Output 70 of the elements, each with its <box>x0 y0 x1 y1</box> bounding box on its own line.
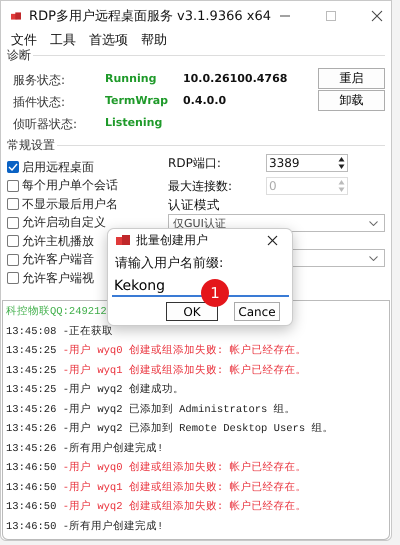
log-time: 13:45:26 <box>6 442 58 454</box>
chevron-down-icon <box>369 220 378 226</box>
spinner-icon <box>338 179 345 193</box>
menu-item[interactable]: 文件 <box>11 31 37 49</box>
checkbox-label: 启用远程桌面 <box>22 158 94 176</box>
checkbox[interactable] <box>7 198 19 210</box>
log-time: 13:45:25 <box>6 364 58 376</box>
log-text: -用户 wyq2 创建成功。 <box>62 384 184 396</box>
group-title: 诊断 <box>7 47 33 64</box>
checkbox[interactable] <box>7 272 19 284</box>
status-label: 服务状态: <box>13 72 66 89</box>
checkbox-label: 不显示最后用户名 <box>22 196 118 213</box>
dialog-button[interactable]: OK <box>166 302 218 321</box>
window-title: RDP多用户远程桌面服务 v3.1.9366 x64 <box>29 8 271 25</box>
log-text: -用户 wyq2 创建或组添加失败: 帐户已经存在。 <box>62 501 306 513</box>
checkbox[interactable] <box>7 161 19 174</box>
check-icon <box>8 163 18 172</box>
log-text: -正在获取 <box>62 326 114 338</box>
action-button[interactable]: 卸载 <box>318 90 385 111</box>
log-time: 13:45:08 <box>6 326 58 338</box>
status-value: Listening <box>105 116 164 131</box>
checkbox[interactable] <box>7 235 19 248</box>
field-label: RDP端口: <box>168 154 222 172</box>
action-button[interactable]: 重启 <box>318 68 385 89</box>
checkbox-label: 允许客户端视 <box>22 270 94 287</box>
field-label: 认证模式 <box>168 197 221 214</box>
dialog-button[interactable]: Cance <box>234 302 280 321</box>
checkbox-label: 每个用户单个会话 <box>22 177 118 194</box>
field-label: 最大连接数: <box>168 178 234 194</box>
spinner-icon <box>338 156 345 170</box>
log-time: 13:45:25 <box>6 345 58 357</box>
log-text: 科控物联QQ:249212 <box>6 306 107 318</box>
checkbox-label: 允许主机播放 <box>22 232 94 250</box>
menu-item[interactable]: 帮助 <box>141 31 167 49</box>
close-icon[interactable] <box>267 234 278 246</box>
status-label: 侦听器状态: <box>13 116 78 133</box>
log-text: -用户 wyq1 创建或组添加失败: 帐户已经存在。 <box>62 364 306 376</box>
log-text: -用户 wyq2 已添加到 Remote Desktop Users 组。 <box>62 423 334 435</box>
log-text: -所有用户创建完成! <box>62 520 164 532</box>
log-time: 13:46:50 <box>6 462 58 474</box>
log-text: -用户 wyq1 创建或组添加失败: 帐户已经存在。 <box>62 482 306 494</box>
chevron-down-icon <box>369 256 378 260</box>
version-text: 10.0.26100.4768 <box>183 72 288 87</box>
app-icon <box>11 11 22 21</box>
app-icon <box>116 235 130 245</box>
version-text: 0.4.0.0 <box>183 94 228 109</box>
log-text: -用户 wyq0 创建或组添加失败: 帐户已经存在。 <box>62 462 306 474</box>
log-time: 13:46:50 <box>6 501 58 513</box>
checkbox[interactable] <box>7 180 19 192</box>
checkbox-label: 允许客户端音 <box>22 251 94 268</box>
log-time: 13:45:25 <box>6 384 58 396</box>
menu-item[interactable]: 首选项 <box>89 31 128 49</box>
status-value: Running <box>105 72 158 87</box>
log-text: -用户 wyq0 创建或组添加失败: 帐户已经存在。 <box>62 345 306 357</box>
prompt-text: 请输入用户名前缀: <box>115 255 224 272</box>
checkbox-label: 允许启动自定义 <box>22 214 106 232</box>
menu-item[interactable]: 工具 <box>50 31 76 49</box>
dialog-title: 批量创建用户 <box>136 232 209 248</box>
log-time: 13:46:50 <box>6 520 58 532</box>
log-time: 13:46:50 <box>6 482 58 494</box>
log-text: -用户 wyq2 已添加到 Administrators 组。 <box>62 404 296 416</box>
checkbox[interactable] <box>7 254 19 266</box>
status-label: 插件状态: <box>13 94 66 111</box>
checkbox[interactable] <box>7 216 19 229</box>
status-value: TermWrap <box>105 94 170 109</box>
close-icon[interactable] <box>371 10 383 22</box>
number-field[interactable]: 3389 <box>266 154 348 172</box>
log-time: 13:45:26 <box>6 423 58 435</box>
log-text: -所有用户创建完成! <box>62 442 164 454</box>
log-time: 13:45:26 <box>6 404 58 416</box>
